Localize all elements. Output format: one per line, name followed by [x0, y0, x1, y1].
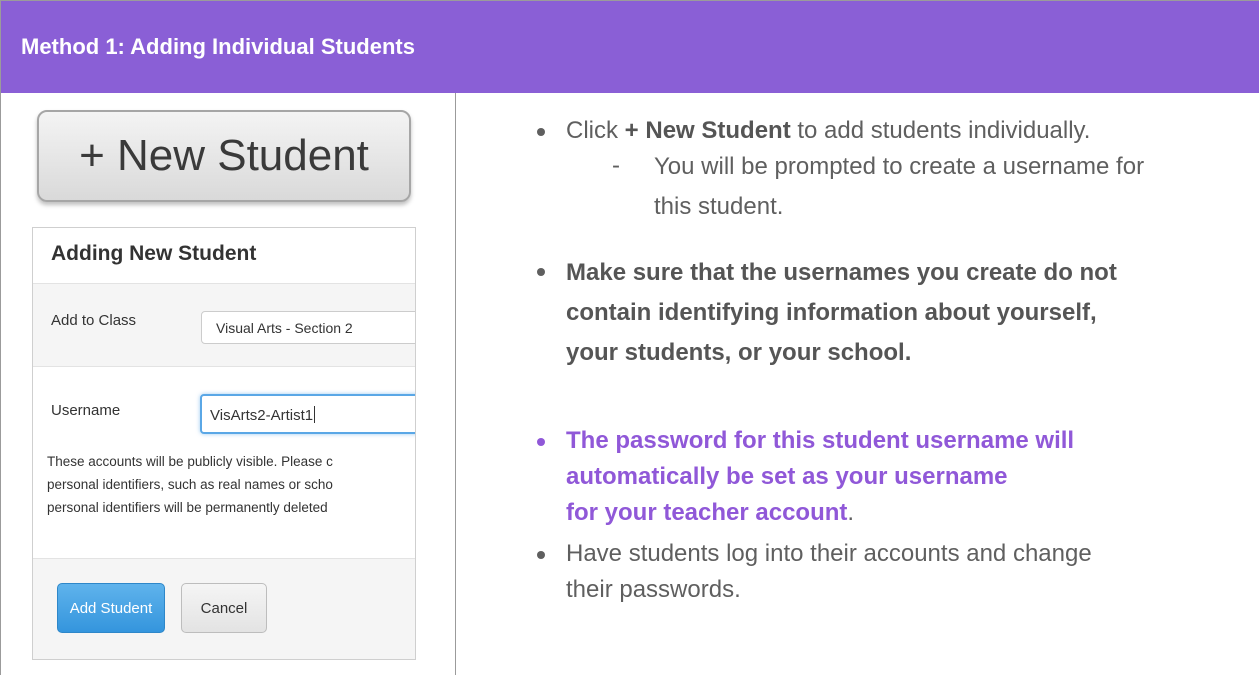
new-student-ref: + New Student [624, 117, 791, 144]
dialog-footer: Add Student Cancel [33, 558, 415, 659]
username-label: Username [51, 402, 121, 419]
dialog-title: Adding New Student [51, 242, 257, 265]
section-header: Method 1: Adding Individual Students [0, 0, 1259, 93]
sub-bullet-line: You will be prompted to create a usernam… [654, 153, 1145, 180]
bullet-privacy-warning: Make sure that the usernames you create … [566, 253, 1246, 373]
bullet-password-info: The password for this student username w… [566, 423, 1246, 531]
username-input[interactable]: VisArts2-Artist1 [200, 394, 415, 434]
notice-line: These accounts will be publicly visible.… [47, 454, 333, 469]
bullet-text: for your teacher account [566, 499, 848, 526]
privacy-notice: These accounts will be publicly visible.… [47, 450, 415, 519]
bullet-text: . [847, 499, 855, 526]
bullet-dot [537, 438, 545, 446]
class-label: Add to Class [51, 312, 137, 329]
cancel-button[interactable]: Cancel [181, 583, 267, 633]
bullet-text: Click [566, 117, 625, 144]
bullet-line: Have students log into their accounts an… [566, 540, 1092, 567]
sub-bullet-line: this student. [654, 193, 784, 220]
bullet-text: to add students individually. [790, 117, 1091, 144]
bullet-line: their passwords. [566, 576, 741, 603]
username-value: VisArts2-Artist1 [210, 407, 314, 424]
section-title: Method 1: Adding Individual Students [21, 34, 415, 59]
class-row: Add to Class Visual Arts - Section 2 [33, 284, 415, 367]
bullet-dot [537, 268, 545, 276]
bullet-line: for your teacher account. [566, 495, 1246, 531]
bullet-dot [537, 551, 545, 559]
text-cursor [314, 406, 316, 423]
bullet-line: automatically be set as your username [566, 463, 1008, 490]
class-select[interactable]: Visual Arts - Section 2 [201, 311, 415, 344]
notice-line: personal identifiers will be permanently… [47, 500, 328, 515]
add-student-dialog: Adding New Student Add to Class Visual A… [32, 227, 416, 660]
new-student-button[interactable]: + New Student [37, 110, 411, 202]
sub-bullet-dash: - [612, 152, 620, 179]
bullet-line: Make sure that the usernames you create … [566, 259, 1117, 286]
bullet-line: The password for this student username w… [566, 427, 1075, 454]
bullet-line: contain identifying information about yo… [566, 299, 1097, 326]
bullet-dot [537, 128, 545, 136]
notice-line: personal identifiers, such as real names… [47, 477, 333, 492]
bullet-change-passwords: Have students log into their accounts an… [566, 536, 1246, 608]
sub-bullet-username-prompt: You will be prompted to create a usernam… [654, 147, 1254, 227]
bullet-line: your students, or your school. [566, 339, 912, 366]
bullet-new-student: Click + New Student to add students indi… [566, 113, 1246, 149]
add-student-button[interactable]: Add Student [57, 583, 165, 633]
